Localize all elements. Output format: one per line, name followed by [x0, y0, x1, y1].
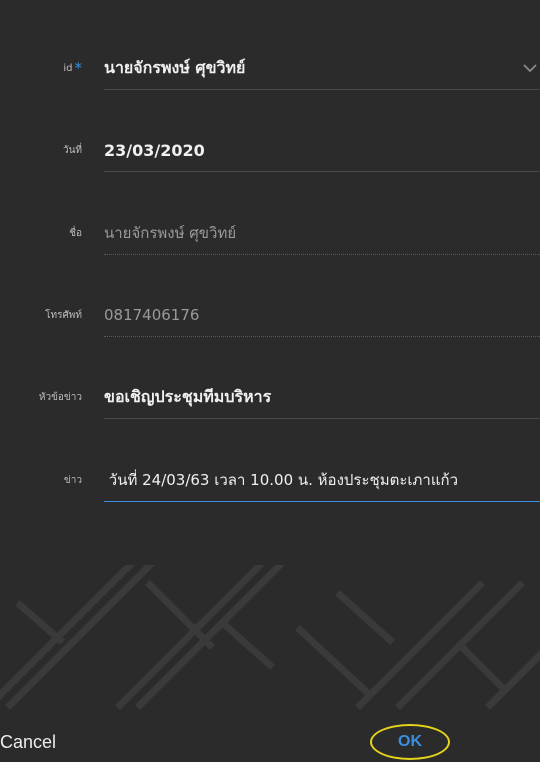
phone-row: โทรศัพท์ 0817406176	[0, 295, 540, 337]
headline-field[interactable]: ขอเชิญประชุมทีมบริหาร	[104, 377, 540, 417]
date-underline	[104, 171, 540, 172]
ok-label: OK	[398, 733, 422, 750]
chevron-down-icon[interactable]	[520, 58, 540, 78]
decorative-pattern	[0, 565, 540, 710]
required-mark: *	[74, 59, 83, 77]
id-underline	[104, 89, 540, 90]
date-field[interactable]: 23/03/2020	[104, 130, 540, 170]
date-row: วันที่ 23/03/2020	[0, 130, 540, 172]
ok-button[interactable]: OK	[370, 724, 450, 760]
news-field[interactable]: ุ วันที่ 24/03/63 เวลา 10.00 น. ห้องประช…	[104, 460, 540, 500]
news-label: ข่าว	[63, 474, 82, 486]
date-label: วันที่	[62, 144, 82, 156]
id-label: id *	[63, 59, 83, 77]
headline-underline	[104, 418, 540, 419]
phone-underline	[104, 336, 540, 337]
dialog-actions: Cancel OK	[0, 712, 540, 762]
name-field[interactable]: นายจักรพงษ์ ศุขวิทย์	[104, 213, 540, 253]
name-underline	[104, 254, 540, 255]
news-form: id * นายจักรพงษ์ ศุขวิทย์ วันที่ 23/03/20…	[0, 0, 540, 540]
cancel-button[interactable]: Cancel	[0, 732, 56, 753]
id-select[interactable]: นายจักรพงษ์ ศุขวิทย์	[104, 48, 540, 88]
name-label: ชื่อ	[69, 227, 82, 239]
phone-field[interactable]: 0817406176	[104, 295, 540, 335]
phone-label: โทรศัพท์	[45, 309, 82, 321]
name-row: ชื่อ นายจักรพงษ์ ศุขวิทย์	[0, 213, 540, 255]
headline-row: หัวข้อข่าว ขอเชิญประชุมทีมบริหาร	[0, 377, 540, 419]
headline-label: หัวข้อข่าว	[38, 391, 82, 403]
news-row: ข่าว ุ วันที่ 24/03/63 เวลา 10.00 น. ห้อ…	[0, 460, 540, 502]
id-row: id * นายจักรพงษ์ ศุขวิทย์	[0, 48, 540, 90]
news-underline	[104, 501, 540, 502]
